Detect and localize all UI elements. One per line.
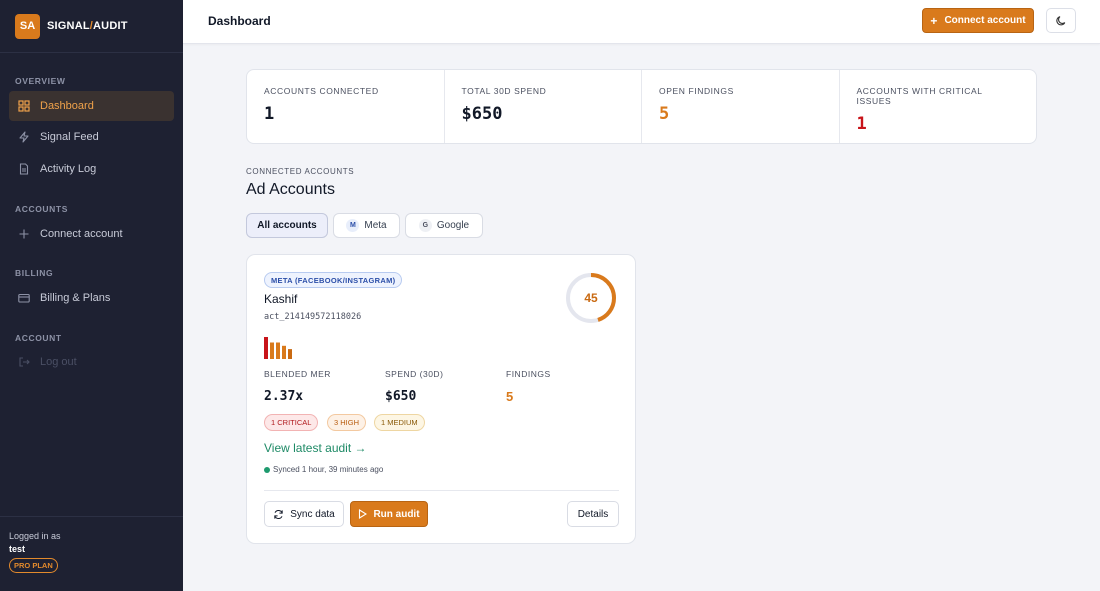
page-title: Dashboard [208,14,271,28]
moon-icon [1055,15,1067,27]
sidebar-item-label: Activity Log [40,163,97,175]
view-latest-audit-link[interactable]: View latest audit → [264,441,367,455]
play-icon [358,509,368,519]
brand-name-a: SIGNAL [47,20,90,32]
stat-label: ACCOUNTS CONNECTED [264,86,379,96]
sync-data-label: Sync data [290,508,335,520]
section-label-account: ACCOUNT [15,333,62,343]
metric-label: FINDINGS [506,369,551,379]
sidebar-item-label: Dashboard [40,100,94,112]
severity-badge-high: 3 HIGH [327,414,367,431]
metric-label: BLENDED MER [264,369,331,379]
stat-accounts-connected: ACCOUNTS CONNECTED 1 [247,70,445,143]
severity-bar [276,342,280,359]
filter-meta[interactable]: M Meta [333,213,400,238]
severity-badge-critical: 1 CRITICAL [264,414,319,431]
platform-badge: META (FACEBOOK/INSTAGRAM) [264,272,403,288]
severity-badge-medium: 1 MEDIUM [374,414,425,431]
details-button[interactable]: Details [567,501,619,527]
sidebar-item-activity-log[interactable]: Activity Log [9,154,174,184]
account-id: act_214149572118026 [264,312,362,322]
sidebar-item-label: Billing & Plans [40,292,111,304]
run-audit-label: Run audit [373,508,420,520]
stat-value: 1 [264,104,275,124]
connect-account-button[interactable]: + Connect account [922,8,1034,33]
grid-icon [18,100,30,112]
stat-label: ACCOUNTS WITH CRITICAL ISSUES [856,86,983,106]
logout-icon [18,356,30,368]
sidebar-item-dashboard[interactable]: Dashboard [9,91,174,121]
filter-label: Meta [364,220,387,231]
plus-icon [18,228,30,240]
run-audit-button[interactable]: Run audit [350,501,428,527]
sidebar-item-billing[interactable]: Billing & Plans [9,283,174,313]
section-title: Ad Accounts [246,181,335,198]
stat-label: TOTAL 30D SPEND [461,86,547,96]
refresh-icon [273,509,284,520]
section-label-accounts: ACCOUNTS [15,204,68,214]
stat-value: 1 [856,114,867,134]
sidebar-item-logout[interactable]: Log out [9,347,174,377]
filter-all-accounts[interactable]: All accounts [246,213,328,238]
plus-icon: + [930,13,938,28]
details-label: Details [577,508,609,520]
plan-badge: PRO PLAN [9,558,58,573]
sidebar-item-label: Signal Feed [40,131,99,143]
stat-label: OPEN FINDINGS [659,86,734,96]
stat-value: 5 [659,104,670,124]
metric-value-mer: 2.37x [264,389,304,404]
sidebar-item-label: Log out [40,356,77,368]
document-icon [18,163,30,175]
google-badge-icon: G [418,219,432,232]
brand-name: SIGNAL/AUDIT [47,20,128,32]
username: test [9,544,26,554]
health-score-value: 45 [584,291,598,305]
severity-bar [288,349,292,359]
metric-value-findings: 5 [506,389,514,404]
bolt-icon [18,131,30,143]
section-label-billing: BILLING [15,268,54,278]
section-eyebrow: CONNECTED ACCOUNTS [246,167,355,176]
filter-label: All accounts [257,220,317,231]
sync-data-button[interactable]: Sync data [264,501,344,527]
logged-in-label: Logged in as [9,531,61,541]
severity-bar [264,337,268,359]
metric-value-spend: $650 [385,389,417,404]
stats-panel: ACCOUNTS CONNECTED 1 TOTAL 30D SPEND $65… [246,69,1037,144]
filter-label: Google [436,220,470,231]
stat-critical-accounts: ACCOUNTS WITH CRITICAL ISSUES 1 [840,70,1037,143]
sidebar: SA SIGNAL/AUDIT OVERVIEW Dashboard Signa… [0,0,183,591]
meta-badge-icon: M [346,219,360,232]
sync-status-text: Synced 1 hour, 39 minutes ago [273,465,384,474]
sidebar-item-signal-feed[interactable]: Signal Feed [9,122,174,152]
sidebar-footer: Logged in as test PRO PLAN [0,516,183,591]
brand-logo: SA [15,13,40,39]
section-label-overview: OVERVIEW [15,76,66,86]
stat-value: $650 [461,104,503,124]
severity-bar [282,345,286,359]
brand[interactable]: SA SIGNAL/AUDIT [0,0,183,53]
status-dot-icon [264,466,270,473]
account-name: Kashif [264,292,298,306]
severity-bar [270,342,274,359]
filter-google[interactable]: G Google [405,213,483,238]
sync-status: Synced 1 hour, 39 minutes ago [264,465,383,474]
stat-total-spend: TOTAL 30D SPEND $650 [445,70,642,143]
sidebar-item-label: Connect account [40,228,123,240]
card-divider [264,490,619,491]
card-icon [18,292,30,304]
metric-label: SPEND (30D) [385,369,444,379]
sidebar-item-connect-account[interactable]: Connect account [9,219,174,249]
severity-bars [264,337,292,359]
topbar: Dashboard + Connect account [183,0,1100,44]
stat-open-findings: OPEN FINDINGS 5 [642,70,840,143]
theme-toggle-button[interactable] [1046,8,1076,33]
connect-account-label: Connect account [944,15,1026,26]
brand-name-b: AUDIT [93,20,128,32]
account-card: META (FACEBOOK/INSTAGRAM) Kashif act_214… [246,254,636,544]
